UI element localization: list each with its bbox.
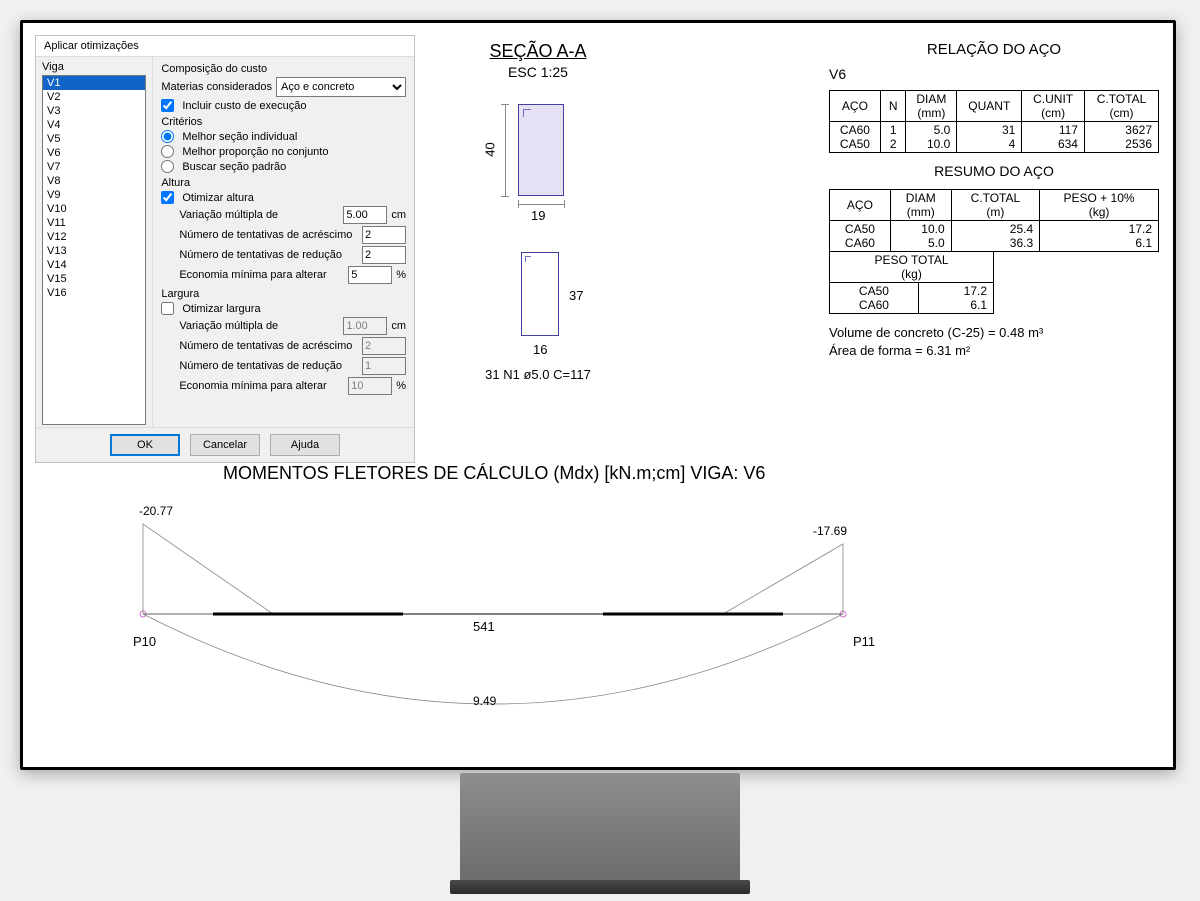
moment-right-value: -17.69 — [813, 524, 847, 538]
otimizar-altura-checkbox[interactable] — [161, 191, 174, 204]
viga-item-V2[interactable]: V2 — [43, 90, 145, 104]
viga-item-V1[interactable]: V1 — [43, 76, 145, 90]
viga-item-V14[interactable]: V14 — [43, 258, 145, 272]
materias-select[interactable]: Aço e concreto — [276, 77, 406, 97]
moment-left-value: -20.77 — [139, 504, 173, 518]
var-mult-altura-input[interactable] — [343, 206, 387, 224]
steel-panel: RELAÇÃO DO AÇO V6 AÇO N DIAM (mm) QUANT … — [829, 41, 1159, 360]
span-value: 541 — [473, 619, 495, 634]
help-button[interactable]: Ajuda — [270, 434, 340, 456]
viga-item-V9[interactable]: V9 — [43, 188, 145, 202]
beam-id: V6 — [829, 66, 1159, 82]
viga-listbox[interactable]: V1V2V3V4V5V6V7V8V9V10V11V12V13V14V15V16 — [42, 75, 146, 425]
section-diagram: 40 19 37 16 31 N1 ø5.0 C=117 — [463, 92, 613, 412]
steel-table-peso: PESO TOTAL (kg) CA50CA6017.26.1 — [829, 251, 994, 314]
num-acrescimo-altura-input[interactable] — [362, 226, 406, 244]
support-left: P10 — [133, 634, 156, 649]
materias-label: Materias considerados — [161, 81, 272, 93]
note-volume: Volume de concreto (C-25) = 0.48 m³ — [829, 324, 1159, 342]
incluir-custo-checkbox[interactable] — [161, 99, 174, 112]
criterio-radio-1[interactable] — [161, 130, 174, 143]
var-mult-largura-input — [343, 317, 387, 335]
viga-item-V6[interactable]: V6 — [43, 146, 145, 160]
steel-table-1: AÇO N DIAM (mm) QUANT C.UNIT (cm) C.TOTA… — [829, 90, 1159, 153]
section-title: SEÇÃO A-A — [423, 41, 653, 62]
viga-item-V5[interactable]: V5 — [43, 132, 145, 146]
economia-altura-input[interactable] — [348, 266, 392, 284]
composicao-label: Composição do custo — [161, 63, 406, 75]
viga-item-V8[interactable]: V8 — [43, 174, 145, 188]
viga-item-V16[interactable]: V16 — [43, 286, 145, 300]
steel-title: RELAÇÃO DO AÇO — [829, 41, 1159, 58]
num-reducao-largura-input — [362, 357, 406, 375]
incluir-custo-label: Incluir custo de execução — [182, 100, 306, 112]
otimizar-largura-checkbox[interactable] — [161, 302, 174, 315]
viga-item-V11[interactable]: V11 — [43, 216, 145, 230]
resumo-title: RESUMO DO AÇO — [829, 163, 1159, 179]
num-reducao-altura-input[interactable] — [362, 246, 406, 264]
optimize-dialog: Aplicar otimizações Viga V1V2V3V4V5V6V7V… — [35, 35, 415, 463]
criterio-radio-3[interactable] — [161, 160, 174, 173]
support-right: P11 — [853, 634, 875, 649]
viga-item-V13[interactable]: V13 — [43, 244, 145, 258]
viga-item-V10[interactable]: V10 — [43, 202, 145, 216]
viga-item-V7[interactable]: V7 — [43, 160, 145, 174]
criterio-radio-2[interactable] — [161, 145, 174, 158]
moment-bottom-value: 9.49 — [473, 694, 496, 708]
num-acrescimo-largura-input — [362, 337, 406, 355]
ok-button[interactable]: OK — [110, 434, 180, 456]
moment-panel: MOMENTOS FLETORES DE CÁLCULO (Mdx) [kN.m… — [43, 463, 1153, 743]
criterios-label: Critérios — [161, 116, 406, 128]
altura-label: Altura — [161, 177, 406, 189]
economia-largura-input — [348, 377, 392, 395]
moment-title: MOMENTOS FLETORES DE CÁLCULO (Mdx) [kN.m… — [43, 463, 1153, 484]
viga-list-header: Viga — [42, 61, 146, 73]
viga-item-V3[interactable]: V3 — [43, 104, 145, 118]
cancel-button[interactable]: Cancelar — [190, 434, 260, 456]
rebar-label: 31 N1 ø5.0 C=117 — [463, 367, 613, 382]
section-scale: ESC 1:25 — [423, 64, 653, 80]
dialog-title: Aplicar otimizações — [36, 36, 414, 57]
viga-item-V15[interactable]: V15 — [43, 272, 145, 286]
viga-item-V4[interactable]: V4 — [43, 118, 145, 132]
steel-table-2: AÇO DIAM (mm) C.TOTAL (m) PESO + 10% (kg… — [829, 189, 1159, 252]
largura-label: Largura — [161, 288, 406, 300]
note-forma: Área de forma = 6.31 m² — [829, 342, 1159, 360]
viga-item-V12[interactable]: V12 — [43, 230, 145, 244]
